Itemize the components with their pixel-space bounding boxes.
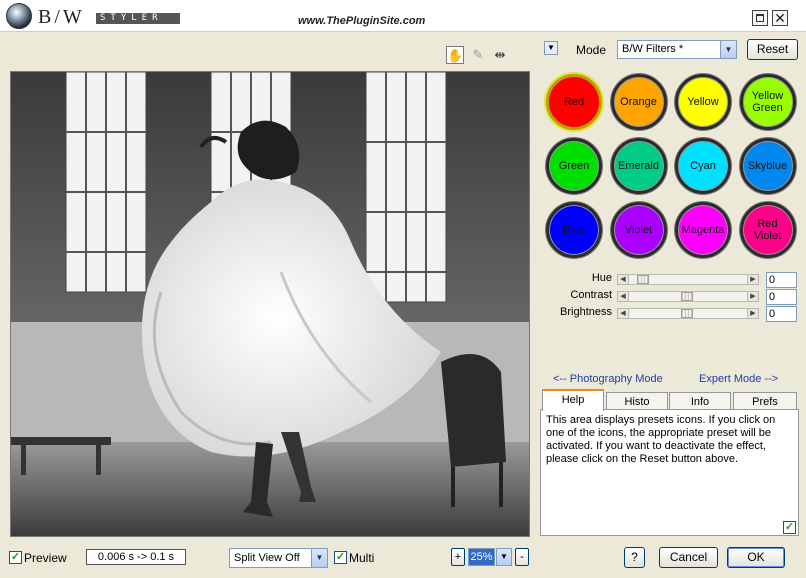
arrow-right-icon[interactable]: ▶ (747, 275, 758, 284)
preset-violet[interactable]: Violet (610, 202, 667, 258)
check-icon: ✓ (10, 551, 21, 563)
brand-bw: B/W (38, 6, 85, 28)
preset-yellow-green[interactable]: Yellow Green (739, 74, 796, 130)
zoom-in-button[interactable]: + (451, 548, 465, 566)
maximize-button[interactable] (752, 10, 768, 26)
hand-icon[interactable]: ✋ (446, 46, 464, 64)
preset-cyan[interactable]: Cyan (675, 138, 731, 194)
preview-checkbox[interactable]: ✓ (9, 551, 22, 564)
hue-label: Hue (591, 272, 612, 284)
title-bar: B/W STYLER www.ThePluginSite.com ✕ (0, 0, 806, 32)
split-view-select[interactable]: Split View Off ▼ (229, 548, 328, 568)
mode-collapse-toggle[interactable]: ▼ (544, 41, 558, 55)
tab-prefs[interactable]: Prefs (733, 392, 797, 410)
hue-slider[interactable]: ◀ ▶ (617, 274, 759, 285)
chevron-down-icon: ▼ (547, 43, 555, 52)
contrast-value-field[interactable]: 0 (766, 289, 797, 305)
help-text: This area displays presets icons. If you… (546, 414, 776, 465)
chevron-down-icon: ▼ (311, 549, 327, 567)
chevron-down-icon: ▼ (500, 552, 508, 561)
slider-thumb[interactable] (681, 309, 693, 318)
expert-mode-link[interactable]: Expert Mode --> (699, 373, 778, 385)
brand-styler: STYLER (96, 13, 180, 24)
close-button[interactable]: ✕ (772, 10, 788, 26)
slider-thumb[interactable] (637, 275, 650, 284)
preset-label: Violet (624, 224, 653, 236)
preset-green[interactable]: Green (546, 138, 602, 194)
arrow-left-icon[interactable]: ◀ (618, 275, 629, 284)
mode-select[interactable]: B/W Filters * ▼ (617, 40, 737, 59)
preview-label: Preview (24, 551, 67, 565)
preset-yellow[interactable]: Yellow (675, 74, 731, 130)
tab-histo[interactable]: Histo (606, 392, 668, 410)
tab-info[interactable]: Info (669, 392, 731, 410)
zoom-level[interactable]: 25% (468, 548, 495, 566)
preset-label: Cyan (690, 160, 716, 172)
preview-photo-svg (11, 72, 529, 536)
preset-red[interactable]: Red (546, 74, 602, 130)
cancel-button[interactable]: Cancel (659, 547, 718, 568)
help-panel: This area displays presets icons. If you… (540, 409, 799, 536)
preset-magenta[interactable]: Magenta (675, 202, 731, 258)
preset-label: Orange (620, 96, 657, 108)
preset-orange[interactable]: Orange (610, 74, 667, 130)
preset-label: Skyblue (747, 160, 788, 172)
split-view-value: Split View Off (234, 552, 300, 564)
zoom-out-button[interactable]: - (515, 548, 529, 566)
close-icon: ✕ (774, 10, 786, 26)
split-compare-icon[interactable]: ⇹ (491, 46, 509, 64)
mode-select-value: B/W Filters * (622, 43, 684, 55)
contrast-label: Contrast (570, 289, 612, 301)
preset-red-violet[interactable]: Red Violet (739, 202, 796, 258)
preset-label: Magenta (681, 224, 725, 236)
site-url[interactable]: www.ThePluginSite.com (298, 15, 425, 27)
preset-label: Red (563, 96, 585, 108)
help-button[interactable]: ? (624, 547, 645, 568)
contrast-slider[interactable]: ◀ ▶ (617, 291, 759, 302)
multi-label: Multi (349, 551, 375, 565)
brightness-label: Brightness (560, 306, 612, 318)
preset-label: Red Violet (753, 218, 782, 242)
maximize-icon (756, 14, 764, 22)
preset-label: Yellow (687, 96, 719, 108)
logo-sphere-icon (6, 3, 32, 29)
mode-label: Mode (576, 43, 607, 57)
arrow-right-icon[interactable]: ▶ (747, 309, 758, 318)
photography-mode-link[interactable]: <-- Photography Mode (553, 373, 663, 385)
preset-label: Emerald (618, 160, 659, 172)
brightness-slider[interactable]: ◀ ▶ (617, 308, 759, 319)
preset-emerald[interactable]: Emerald (610, 138, 667, 194)
help-checkbox[interactable]: ✓ (783, 521, 796, 534)
slider-thumb[interactable] (681, 292, 693, 301)
preview-image[interactable] (10, 71, 530, 537)
zoom-dropdown[interactable]: ▼ (496, 548, 512, 566)
preset-label: Green (558, 160, 590, 172)
arrow-right-icon[interactable]: ▶ (747, 292, 758, 301)
ok-button[interactable]: OK (727, 547, 785, 568)
reset-button[interactable]: Reset (747, 39, 798, 60)
eyedropper-icon[interactable]: ✎ (469, 46, 487, 64)
preset-label: Yellow Green (751, 90, 784, 114)
preset-blue[interactable]: Blue (546, 202, 602, 258)
tab-help[interactable]: Help (542, 389, 604, 411)
chevron-down-icon: ▼ (720, 41, 736, 58)
brightness-value-field[interactable]: 0 (766, 306, 797, 322)
arrow-left-icon[interactable]: ◀ (618, 309, 629, 318)
arrow-left-icon[interactable]: ◀ (618, 292, 629, 301)
multi-checkbox[interactable]: ✓ (334, 551, 347, 564)
render-time: 0.006 s -> 0.1 s (86, 549, 186, 565)
preset-skyblue[interactable]: Skyblue (739, 138, 796, 194)
preset-label: Blue (562, 224, 586, 236)
check-icon: ✓ (784, 521, 795, 533)
check-icon: ✓ (335, 551, 346, 563)
hue-value-field[interactable]: 0 (766, 272, 797, 288)
